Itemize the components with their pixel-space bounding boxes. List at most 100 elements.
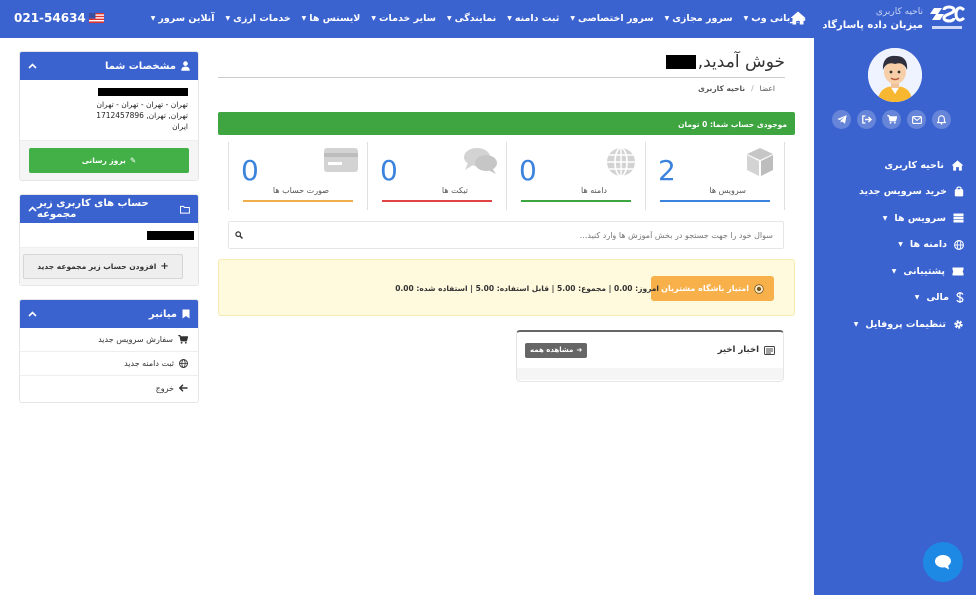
shortcuts-panel: میانبر سفارش سرویس جدید ثبت دامنه جدید خ… bbox=[19, 299, 199, 403]
globe-icon bbox=[607, 147, 635, 177]
sidebar-item-profile-settings[interactable]: تنظیمات پروفایل ▼ bbox=[814, 311, 964, 338]
sidebar-item-new-service[interactable]: خرید سرویس جدید bbox=[814, 179, 964, 206]
bookmark-icon bbox=[182, 309, 190, 319]
caret-down-icon: ▼ bbox=[882, 214, 888, 222]
us-flag-icon[interactable] bbox=[89, 13, 104, 23]
sidebar-item-domains[interactable]: دامنه ها ▼ bbox=[814, 232, 964, 259]
nav-other-services[interactable]: سایر خدمات ▼ bbox=[371, 13, 436, 24]
breadcrumb-separator: / bbox=[751, 84, 754, 93]
club-points: امروز: 0.00 | مجموع: 5.00 | قابل استفاده… bbox=[395, 284, 659, 293]
balance-alert: موجودی حساب شما: 0 تومان bbox=[218, 112, 795, 135]
pencil-icon: ✎ bbox=[129, 156, 137, 165]
home-icon[interactable] bbox=[790, 11, 806, 25]
newspaper-icon bbox=[764, 345, 775, 355]
stat-bar-domains bbox=[521, 200, 631, 202]
gear-icon bbox=[954, 320, 963, 329]
caret-down-icon: ▼ bbox=[853, 320, 859, 328]
user-icon bbox=[181, 61, 190, 71]
top-navbar: 021-54634 میزبانی وب ▼ سرور مجازی ▼ سرور ا… bbox=[0, 0, 976, 38]
nav-online-server[interactable]: آنلاین سرور ▼ bbox=[151, 13, 215, 24]
caret-down-icon: ▼ bbox=[664, 14, 670, 22]
arrow-right-icon: ➜ bbox=[576, 346, 583, 354]
sidebar-menu: ناحیه کاربری خرید سرویس جدید سرویس ها ▼ … bbox=[814, 152, 964, 338]
nav-licenses[interactable]: لایسنس ها ▼ bbox=[302, 13, 361, 24]
profile-panel: مشخصات شما تهران - تهران - تهران - تهران… bbox=[19, 51, 199, 181]
telegram-icon[interactable] bbox=[832, 110, 851, 129]
redacted-username bbox=[665, 55, 696, 69]
logout-icon[interactable] bbox=[857, 110, 876, 129]
customer-club-panel: امتیاز باشگاه مشتریان امروز: 0.00 | مجمو… bbox=[218, 259, 795, 316]
plus-icon: + bbox=[160, 261, 169, 272]
page-title: خوش آمدید, bbox=[665, 52, 785, 72]
knowledgebase-search bbox=[228, 221, 784, 249]
caret-down-icon: ▼ bbox=[301, 14, 307, 22]
nav-domain-register[interactable]: ثبت دامنه ▼ bbox=[507, 13, 559, 24]
folder-icon bbox=[180, 205, 190, 214]
globe-icon bbox=[179, 359, 188, 368]
nav-currency-services[interactable]: خدمات ارزی ▼ bbox=[226, 13, 291, 24]
chevron-up-icon[interactable] bbox=[28, 206, 37, 212]
stat-invoices[interactable]: 0 صورت حساب ها bbox=[228, 142, 368, 210]
chevron-up-icon[interactable] bbox=[28, 63, 37, 69]
stat-tickets[interactable]: 0 تیکت ها bbox=[367, 142, 507, 210]
redacted-name bbox=[98, 88, 188, 96]
brand[interactable]: ناحیه کاربری میزبان داده پاسارگاد bbox=[822, 4, 966, 34]
arrow-left-icon bbox=[179, 384, 188, 392]
breadcrumb: اعضا / ناحیه کاربری bbox=[698, 84, 775, 93]
live-chat-button[interactable] bbox=[923, 542, 963, 582]
sidebar-item-support[interactable]: پشتیبانی ▼ bbox=[814, 258, 964, 285]
main-nav: میزبانی وب ▼ سرور مجازی ▼ سرور اختصاصی ▼ ثب… bbox=[151, 11, 806, 25]
sidebar-item-dashboard[interactable]: ناحیه کاربری bbox=[814, 152, 964, 179]
comments-icon bbox=[464, 148, 497, 174]
card-icon bbox=[324, 148, 358, 172]
stat-services[interactable]: 2 سرویس ها bbox=[645, 142, 785, 210]
chat-bubble-icon bbox=[935, 555, 951, 570]
recent-news-panel: اخبار اخیر ➜ مشاهده همه bbox=[516, 330, 784, 382]
stat-bar-services bbox=[660, 200, 770, 202]
sidebar-item-services[interactable]: سرویس ها ▼ bbox=[814, 205, 964, 232]
globe-icon bbox=[954, 239, 964, 250]
view-all-news-button[interactable]: ➜ مشاهده همه bbox=[525, 342, 588, 358]
caret-down-icon: ▼ bbox=[507, 14, 512, 22]
caret-down-icon: ▼ bbox=[225, 14, 231, 22]
search-icon[interactable] bbox=[229, 231, 249, 239]
caret-down-icon: ▼ bbox=[371, 14, 376, 22]
avatar[interactable] bbox=[868, 48, 922, 102]
caret-down-icon: ▼ bbox=[447, 14, 452, 22]
customer-club-button[interactable]: امتیاز باشگاه مشتریان bbox=[651, 276, 774, 301]
title-divider bbox=[218, 77, 785, 78]
search-input[interactable] bbox=[249, 222, 783, 248]
shortcut-new-service[interactable]: سفارش سرویس جدید bbox=[20, 328, 198, 352]
redacted-subaccount bbox=[147, 231, 194, 240]
subaccounts-panel: حساب های کاربری زیر مجموعه + افزودن حساب… bbox=[19, 194, 199, 286]
bag-icon bbox=[954, 186, 964, 197]
nav-reseller[interactable]: نمایندگی ▼ bbox=[447, 13, 496, 24]
stat-bar-tickets bbox=[382, 200, 492, 202]
cube-icon bbox=[747, 148, 773, 176]
update-profile-button[interactable]: ✎ بروز رسانی bbox=[29, 148, 189, 173]
caret-down-icon: ▼ bbox=[743, 14, 749, 22]
caret-down-icon: ▼ bbox=[570, 14, 575, 22]
server-icon bbox=[953, 213, 964, 223]
envelope-icon[interactable] bbox=[907, 110, 926, 129]
shortcut-logout[interactable]: خروج bbox=[20, 376, 198, 400]
stat-domains[interactable]: 0 دامنه ها bbox=[506, 142, 646, 210]
add-subaccount-button[interactable]: + افزودن حساب زیر مجموعه جدید bbox=[23, 254, 183, 279]
ticket-icon bbox=[952, 267, 964, 276]
quick-actions bbox=[832, 110, 951, 129]
chevron-up-icon[interactable] bbox=[28, 311, 37, 317]
nav-dedicated-server[interactable]: سرور اختصاصی ▼ bbox=[570, 13, 653, 24]
nav-vps[interactable]: سرور مجازی ▼ bbox=[665, 13, 733, 24]
sidebar-item-billing[interactable]: مالی ▼ bbox=[814, 285, 964, 312]
caret-down-icon: ▼ bbox=[891, 267, 897, 275]
breadcrumb-dashboard: ناحیه کاربری bbox=[698, 84, 746, 93]
breadcrumb-members[interactable]: اعضا bbox=[760, 84, 775, 93]
caret-down-icon: ▼ bbox=[898, 241, 903, 249]
cart-icon[interactable] bbox=[882, 110, 901, 129]
shortcut-new-domain[interactable]: ثبت دامنه جدید bbox=[20, 352, 198, 376]
caret-down-icon: ▼ bbox=[914, 294, 920, 302]
cart-icon bbox=[178, 335, 188, 344]
dollar-icon bbox=[956, 292, 964, 304]
bell-icon[interactable] bbox=[932, 110, 951, 129]
caret-down-icon: ▼ bbox=[150, 14, 156, 22]
